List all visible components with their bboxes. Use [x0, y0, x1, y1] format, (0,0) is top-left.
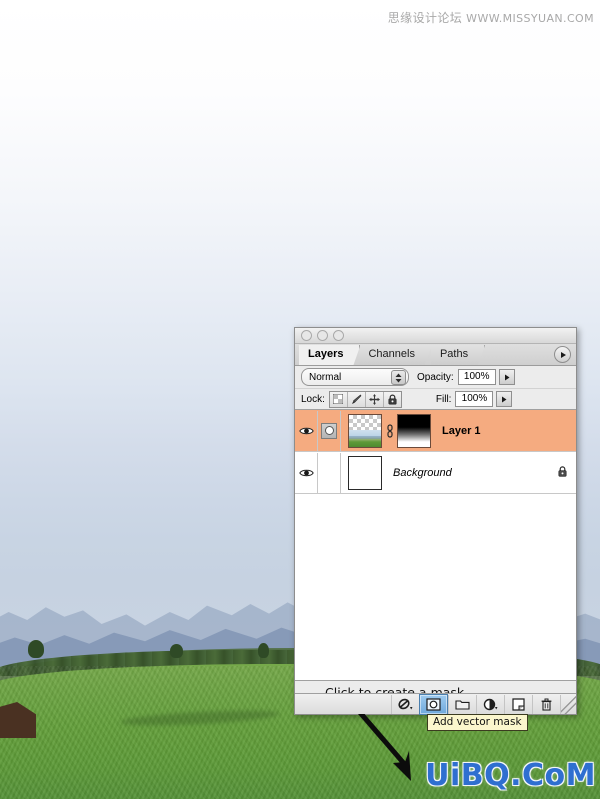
checkerboard-icon[interactable] [329, 391, 348, 407]
layer-mask-thumbnail[interactable] [397, 413, 431, 448]
blend-mode-value: Normal [309, 371, 342, 383]
new-layer-button[interactable] [504, 694, 532, 714]
table-row[interactable]: Background [295, 452, 576, 494]
zoom-button[interactable] [333, 330, 344, 341]
layer-thumbnail[interactable] [348, 455, 382, 490]
tooltip: Add vector mask [427, 714, 528, 731]
lock-button-group [328, 390, 402, 408]
layer-locked-icon [557, 465, 568, 480]
watermark-top: 思缘设计论坛 WWW.MISSYUAN.COM [388, 9, 594, 26]
layer-name[interactable]: Layer 1 [442, 425, 481, 437]
tree-mid [170, 644, 183, 658]
blend-mode-row: Normal Opacity: 100% [295, 366, 576, 389]
link-mask-icon[interactable] [384, 423, 395, 438]
new-adjustment-layer-button[interactable] [476, 694, 504, 714]
opacity-slider-button[interactable] [498, 369, 515, 385]
brush-icon[interactable] [347, 391, 366, 407]
tab-paths-label: Paths [439, 348, 469, 360]
thumbnail-image [349, 429, 381, 447]
table-row[interactable]: Layer 1 [295, 410, 576, 452]
annotation-arrow-icon [354, 706, 411, 781]
tab-channels-label: Channels [368, 348, 415, 360]
fill-input[interactable]: 100% [455, 391, 494, 407]
tab-layers-label: Layers [308, 348, 344, 360]
close-button[interactable] [301, 330, 312, 341]
tab-paths[interactable]: Paths [431, 345, 485, 365]
chevron-updown-icon[interactable] [391, 370, 406, 385]
watermark-top-url: WWW.MISSYUAN.COM [466, 12, 594, 25]
tree-left [28, 640, 44, 658]
padlock-icon[interactable] [383, 391, 401, 407]
palette-menu-icon[interactable] [554, 346, 571, 363]
fill-label: Fill: [435, 393, 452, 405]
fill-slider-button[interactable] [496, 391, 513, 407]
palette-titlebar[interactable] [295, 328, 576, 344]
new-group-button[interactable] [448, 694, 476, 714]
mask-mode-toggle[interactable] [318, 452, 341, 493]
mask-mode-toggle[interactable] [318, 410, 341, 451]
layer-list[interactable]: Layer 1 Background [295, 410, 576, 781]
tab-layers[interactable]: Layers [299, 345, 360, 365]
lock-row: Lock: Fill: 100% [295, 389, 576, 410]
watermark-bottom: UiBQ.CoM [425, 758, 596, 793]
palette-toolbar [295, 693, 576, 715]
move-arrows-icon[interactable] [365, 391, 384, 407]
lock-label: Lock: [301, 393, 325, 405]
resize-grip[interactable] [560, 694, 576, 714]
layer-thumbnail[interactable] [348, 413, 382, 448]
layer-name[interactable]: Background [393, 467, 452, 479]
watermark-top-cn: 思缘设计论坛 [387, 11, 463, 25]
blend-mode-select[interactable]: Normal [301, 368, 409, 386]
layers-palette: Layers Channels Paths Normal Opacity: 10… [294, 327, 577, 781]
palette-tabstrip: Layers Channels Paths [295, 344, 576, 366]
layer-visibility-toggle[interactable] [295, 452, 318, 493]
screenshot-root: 思缘设计论坛 WWW.MISSYUAN.COM UiBQ.CoM Layers C… [0, 0, 600, 799]
opacity-input[interactable]: 100% [457, 369, 496, 385]
delete-layer-button[interactable] [532, 694, 560, 714]
tab-channels[interactable]: Channels [359, 345, 431, 365]
link-layers-button[interactable] [391, 694, 419, 714]
tree-right [258, 643, 269, 658]
opacity-label: Opacity: [417, 371, 454, 383]
layer-visibility-toggle[interactable] [295, 410, 318, 451]
minimize-button[interactable] [317, 330, 328, 341]
add-layer-mask-button[interactable] [419, 693, 448, 715]
mask-indicator-icon [321, 422, 337, 439]
